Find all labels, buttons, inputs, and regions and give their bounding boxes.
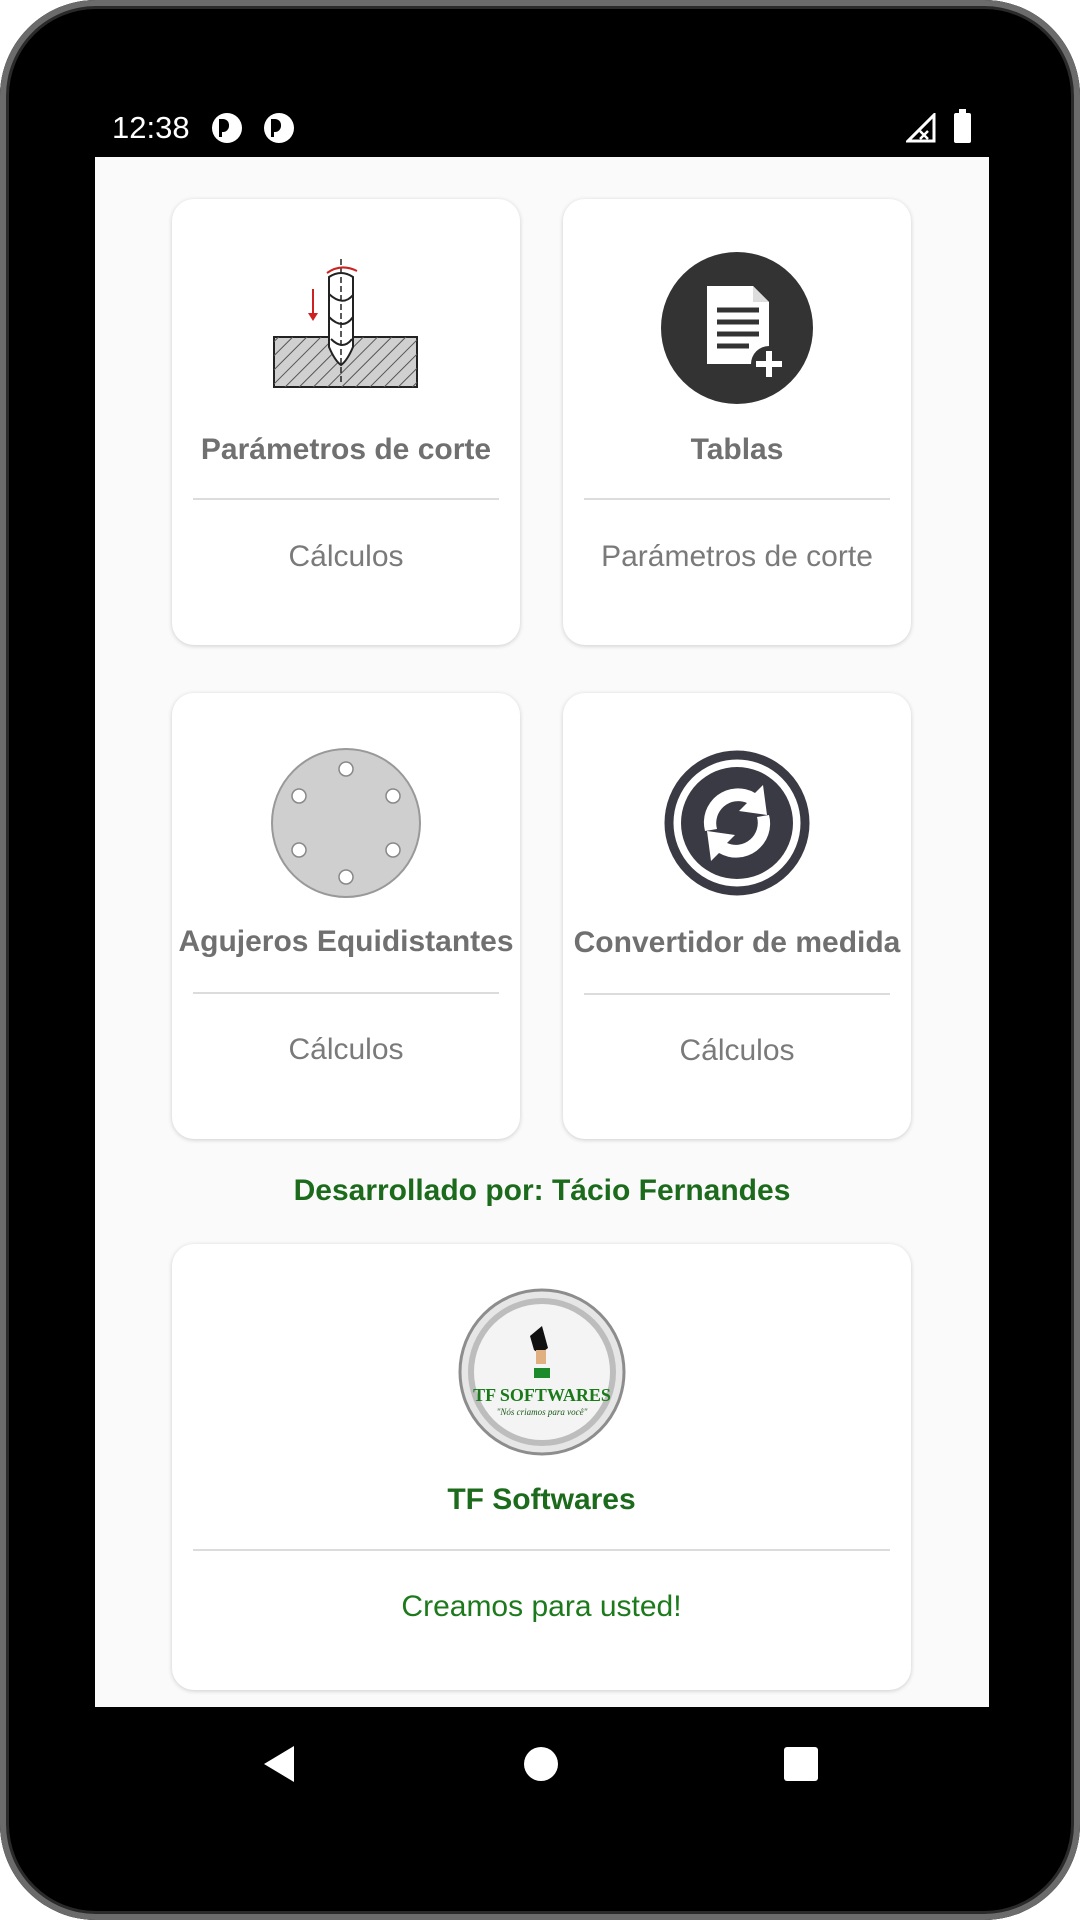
drill-icon: [172, 259, 520, 389]
developer-label: Desarrollado por: Tácio Fernandes: [293, 1174, 791, 1207]
divider: [193, 992, 499, 994]
status-bar: 12:38: [95, 100, 985, 156]
card-company[interactable]: TF SOFTWARES "Nós criamos para você" TF …: [172, 1244, 911, 1690]
divider: [193, 1549, 890, 1551]
hole-circle-icon: [172, 747, 520, 899]
divider: [584, 993, 890, 995]
logo-text: TF SOFTWARES: [473, 1385, 611, 1405]
signal-off-icon: [906, 113, 936, 143]
card-title: Convertidor de medida: [573, 926, 901, 959]
card-unit-converter[interactable]: Convertidor de medida Cálculos: [563, 693, 911, 1139]
card-subtitle: Cálculos: [288, 1033, 404, 1066]
card-cutting-parameters[interactable]: Parámetros de corte Cálculos: [172, 199, 520, 645]
home-icon[interactable]: [521, 1744, 561, 1784]
company-logo: TF SOFTWARES "Nós criamos para você": [172, 1286, 911, 1458]
card-title: Tablas: [690, 433, 784, 466]
notification-icon: [263, 113, 294, 143]
battery-icon: [954, 109, 971, 143]
card-tables[interactable]: Tablas Parámetros de corte: [563, 199, 911, 645]
convert-icon: [563, 745, 911, 901]
logo-tagline: "Nós criamos para você": [496, 1407, 587, 1417]
card-subtitle: Parámetros de corte: [601, 540, 873, 573]
recents-icon[interactable]: [781, 1744, 821, 1784]
company-tagline: Creamos para usted!: [401, 1590, 682, 1623]
divider: [193, 498, 499, 500]
divider: [584, 498, 890, 500]
navigation-bar: [95, 1707, 989, 1822]
document-add-icon: [563, 252, 911, 404]
app-screen: Parámetros de corte Cálculos Tablas Pará…: [95, 157, 989, 1707]
company-name: TF Softwares: [447, 1483, 636, 1516]
card-title: Agujeros Equidistantes: [178, 925, 514, 958]
card-title: Parámetros de corte: [200, 433, 492, 466]
back-icon[interactable]: [260, 1744, 300, 1784]
card-equidistant-holes[interactable]: Agujeros Equidistantes Cálculos: [172, 693, 520, 1139]
card-subtitle: Cálculos: [288, 540, 404, 573]
card-subtitle: Cálculos: [679, 1034, 795, 1067]
clock: 12:38: [112, 110, 190, 145]
notification-icon: [211, 113, 242, 143]
